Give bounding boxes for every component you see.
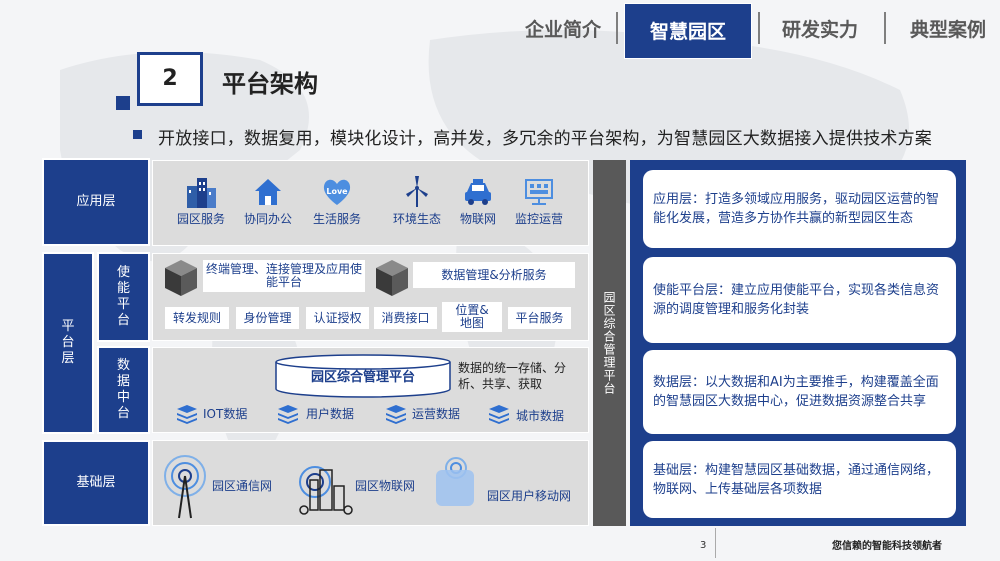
side-bar-label: 园区综合管理平台: [593, 160, 626, 526]
cube-icon: [165, 260, 197, 296]
data-item-label: IOT数据: [203, 407, 248, 421]
data-stack-icon: [386, 405, 406, 424]
desc-card-data: 数据层：以大数据和AI为主要推手，构建覆盖全面的智慧园区大数据中心，促进数据资源…: [643, 350, 956, 434]
enable-chip: 消费接口: [374, 307, 437, 329]
app-item[interactable]: 环境生态: [382, 174, 452, 227]
nav-tab-company[interactable]: 企业简介: [518, 12, 608, 48]
data-item-label: 运营数据: [412, 407, 461, 421]
top-nav: 企业简介 智慧园区 研发实力 典型案例: [508, 0, 1000, 60]
house-icon: [255, 179, 281, 205]
data-item-label: 城市数据: [516, 409, 565, 423]
enable-block-terminal: 终端管理、连接管理及应用使能平台: [203, 260, 365, 292]
decor-square: [116, 96, 130, 110]
layer-label-enable: 使能平台: [97, 252, 150, 342]
wind-turbine-icon: [406, 176, 428, 207]
app-item-label: 生活服务: [312, 212, 361, 226]
layer-label-data: 数据中台: [97, 346, 150, 434]
enable-chip: 转发规则: [165, 307, 229, 329]
app-item-label: 协同办公: [243, 212, 292, 226]
base-item-label: 园区用户移动网: [487, 489, 572, 503]
enable-block-data-mgmt: 数据管理&分析服务: [413, 262, 575, 288]
app-item-label: 物联网: [459, 212, 496, 226]
enable-chip: 平台服务: [508, 307, 571, 329]
data-stack-icon: [177, 405, 197, 424]
app-item[interactable]: 监控运营: [504, 174, 574, 227]
cube-icon: [376, 260, 408, 296]
desc-card-text: 基础层：构建智慧园区基础数据，通过通信网络，物联网、上传基础层各项数据: [653, 462, 940, 497]
app-item[interactable]: 园区服务: [166, 174, 236, 227]
side-bar-text: 园区综合管理平台: [602, 291, 616, 395]
desc-card-app: 应用层：打造多领域应用服务，驱动园区运营的智能化发展，营造多方协作共赢的新型园区…: [643, 170, 956, 248]
nav-divider: [758, 12, 760, 44]
nav-divider: [884, 12, 886, 44]
enable-chip: 位置&地图: [442, 302, 502, 332]
desc-card-base: 基础层：构建智慧园区基础数据，通过通信网络，物联网、上传基础层各项数据: [643, 441, 956, 518]
enable-chip: 身份管理: [236, 307, 299, 329]
section-number: 2: [137, 52, 203, 106]
section-title: 平台架构: [222, 70, 318, 98]
nav-tab-smart-park[interactable]: 智慧园区: [624, 3, 752, 59]
layer-label-platform: 平台层: [42, 252, 94, 434]
enable-chip: 认证授权: [306, 307, 369, 329]
city-iot-icon: [299, 466, 353, 515]
nav-divider: [616, 12, 618, 44]
data-cylinder-label: 园区综合管理平台: [310, 370, 415, 385]
section-subtitle: 开放接口，数据复用，模块化设计，高并发，多冗余的平台架构，为智慧园区大数据接入提…: [158, 129, 932, 149]
app-item[interactable]: 协同办公: [233, 174, 303, 227]
nav-tab-cases[interactable]: 典型案例: [900, 12, 996, 48]
footer-divider: [715, 528, 716, 558]
data-stack-icon: [489, 405, 509, 424]
building-icon: [187, 178, 216, 208]
monitor-screen-icon: [525, 179, 553, 205]
svg-text:Love: Love: [326, 187, 348, 196]
love-heart-icon: Love: [323, 179, 351, 205]
data-item-label: 用户数据: [306, 407, 355, 421]
desc-card-text: 应用层：打造多领域应用服务，驱动园区运营的智能化发展，营造多方协作共赢的新型园区…: [653, 192, 940, 226]
layer-label-base: 基础层: [42, 440, 150, 526]
app-item[interactable]: 物联网: [443, 174, 513, 227]
footer-slogan: 您信赖的智能科技领航者: [832, 541, 942, 552]
app-item-label: 园区服务: [176, 212, 225, 226]
page-number: 3: [700, 540, 707, 551]
taxi-icon: [465, 179, 491, 205]
desc-card-enable: 使能平台层：建立应用使能平台，实现各类信息资源的调度管理和服务化封装: [643, 257, 956, 343]
app-item-label: 监控运营: [514, 212, 563, 226]
app-item[interactable]: Love 生活服务: [302, 174, 372, 227]
base-item-label: 园区物联网: [355, 479, 416, 493]
data-stack-icon: [278, 405, 298, 424]
app-item-label: 环境生态: [392, 212, 441, 226]
layer-label-app: 应用层: [42, 158, 150, 246]
nav-tab-rnd[interactable]: 研发实力: [770, 12, 870, 48]
desc-card-text: 使能平台层：建立应用使能平台，实现各类信息资源的调度管理和服务化封装: [653, 283, 940, 317]
signal-tower-icon: [164, 455, 206, 519]
data-platform-desc: 数据的统一存储、分析、共享、获取: [458, 361, 567, 391]
bullet-square: [133, 130, 142, 139]
mobile-network-icon: [436, 457, 474, 506]
desc-card-text: 数据层：以大数据和AI为主要推手，构建覆盖全面的智慧园区大数据中心，促进数据资源…: [653, 375, 939, 409]
base-item-label: 园区通信网: [212, 479, 273, 493]
